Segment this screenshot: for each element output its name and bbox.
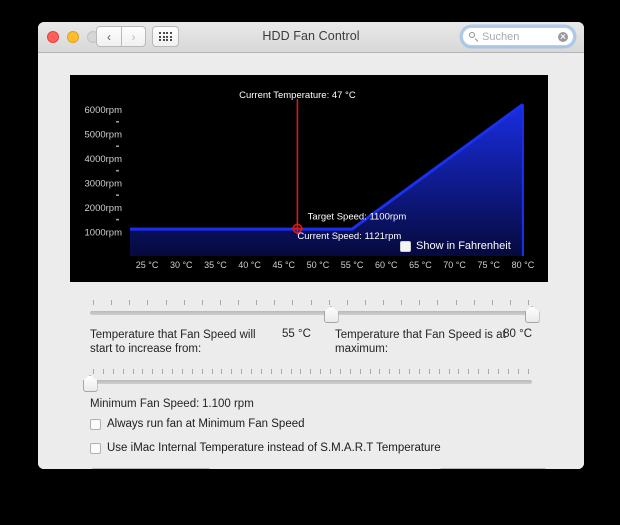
search-input[interactable] xyxy=(482,30,554,43)
y-tick-label: 2000rpm xyxy=(85,203,123,214)
y-minor-tick xyxy=(116,218,119,221)
always-run-fan-checkbox-label: Always run fan at Minimum Fan Speed xyxy=(107,418,305,430)
minimum-fan-speed-label: Minimum Fan Speed: xyxy=(90,398,200,410)
reset-to-defaults-button[interactable]: Reset to Defaults xyxy=(437,468,548,469)
minimum-fan-speed-track[interactable] xyxy=(90,380,532,384)
license-information-button[interactable]: License Information xyxy=(90,468,213,469)
screen: ‹ › HDD Fan Control 1000rpm2000 xyxy=(0,0,620,525)
start-temperature-label: Temperature that Fan Speed will start to… xyxy=(90,329,256,355)
temperature-slider-track-area[interactable] xyxy=(90,300,540,323)
start-temperature-value: 55 °C xyxy=(282,328,311,340)
x-tick-label: 40 °C xyxy=(238,260,261,270)
start-temperature-slider-thumb[interactable] xyxy=(323,306,339,323)
minimum-fan-speed-row: Minimum Fan Speed: 1.100 rpm xyxy=(90,398,532,414)
y-tick-label: 3000rpm xyxy=(85,179,123,190)
minimum-fan-speed-ticks xyxy=(93,369,529,375)
temperature-slider-labels: Temperature that Fan Speed will start to… xyxy=(90,328,532,358)
use-imac-internal-temp-checkbox-box[interactable] xyxy=(90,442,101,454)
x-tick-label: 25 °C xyxy=(136,260,159,270)
use-imac-internal-temp-checkbox-label: Use iMac Internal Temperature instead of… xyxy=(107,442,441,454)
x-tick-label: 50 °C xyxy=(307,260,330,270)
x-tick-label: 65 °C xyxy=(409,260,432,270)
x-tick-label: 55 °C xyxy=(341,260,364,270)
y-tick-label: 4000rpm xyxy=(85,154,123,165)
search-icon xyxy=(469,32,478,41)
clear-icon[interactable] xyxy=(558,31,568,42)
current-temperature-label: Current Temperature: 47 °C xyxy=(239,90,356,101)
y-minor-tick xyxy=(116,194,119,196)
minimum-fan-speed-track-area[interactable] xyxy=(82,369,532,392)
window-titlebar: ‹ › HDD Fan Control xyxy=(38,22,584,53)
window-body: 1000rpm 2000rpm 3000rpm 4000rpm 5000rpm 6000r… xyxy=(38,53,584,469)
x-tick-label: 80 °C xyxy=(512,260,535,270)
temperature-slider-ticks xyxy=(93,300,529,306)
target-speed-label: Target Speed: 1100rpm xyxy=(308,211,407,222)
max-temperature-slider-thumb[interactable] xyxy=(524,306,540,323)
y-tick-label: 6000rpm xyxy=(85,105,123,116)
max-temperature-value: 80 °C xyxy=(503,328,532,340)
x-tick-label: 60 °C xyxy=(375,260,398,270)
x-tick-label: 35 °C xyxy=(204,260,227,270)
x-tick-label: 30 °C xyxy=(170,260,193,270)
temperature-sliders: Temperature that Fan Speed will start to… xyxy=(90,300,540,358)
always-run-fan-checkbox[interactable]: Always run fan at Minimum Fan Speed xyxy=(90,418,305,430)
minimum-fan-speed-value: 1.100 rpm xyxy=(202,398,254,410)
use-imac-internal-temp-checkbox[interactable]: Use iMac Internal Temperature instead of… xyxy=(90,442,441,454)
y-tick-label: 1000rpm xyxy=(85,228,123,239)
x-tick-label: 45 °C xyxy=(272,260,295,270)
current-speed-label: Current Speed: 1121rpm xyxy=(297,231,401,242)
temperature-slider-track[interactable] xyxy=(90,311,532,315)
y-minor-tick xyxy=(116,169,119,172)
minimum-fan-speed-slider: Minimum Fan Speed: 1.100 rpm xyxy=(82,369,532,414)
search-field[interactable] xyxy=(462,27,574,46)
always-run-fan-checkbox-box[interactable] xyxy=(90,418,101,430)
y-minor-tick xyxy=(116,145,119,148)
max-temperature-label: Temperature that Fan Speed is at maximum… xyxy=(335,329,506,355)
minimum-fan-speed-thumb[interactable] xyxy=(82,375,98,392)
y-minor-tick xyxy=(116,120,119,123)
x-tick-label: 75 °C xyxy=(477,260,500,270)
y-tick-label: 5000rpm xyxy=(85,130,123,141)
show-in-fahrenheit-checkbox[interactable]: Show in Fahrenheit xyxy=(400,240,511,252)
fahrenheit-checkbox-box[interactable] xyxy=(400,240,411,252)
x-tick-label: 70 °C xyxy=(443,260,466,270)
fahrenheit-checkbox-label: Show in Fahrenheit xyxy=(416,240,511,252)
app-window: ‹ › HDD Fan Control 1000rpm2000 xyxy=(38,22,584,469)
